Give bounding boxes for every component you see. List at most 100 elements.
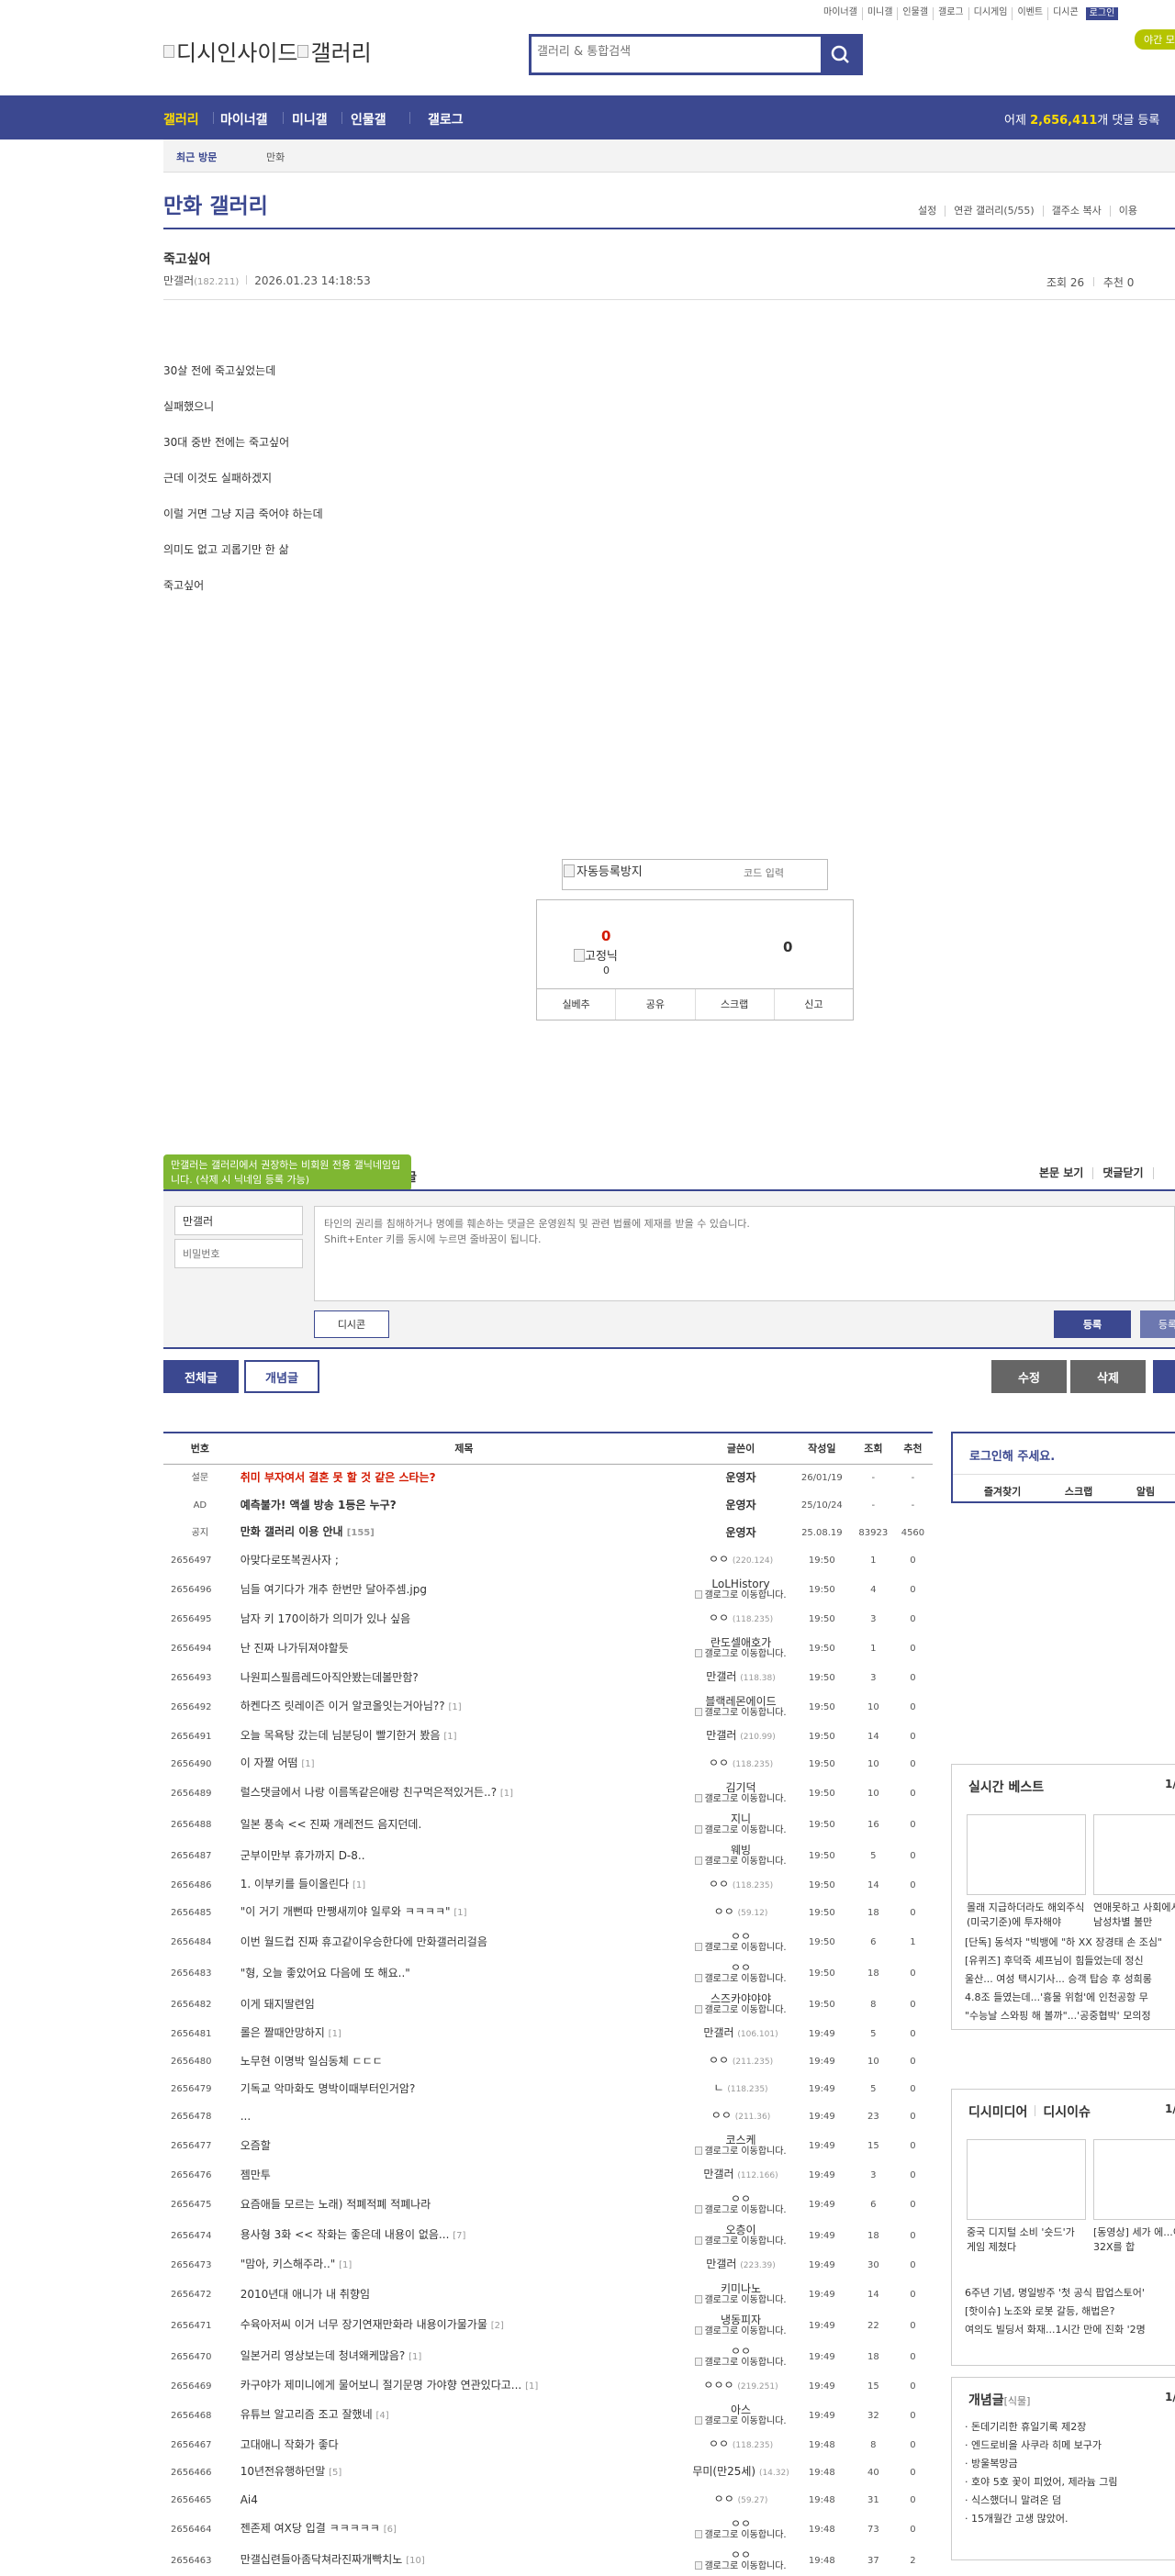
nav-gallog[interactable]: 갤로그 xyxy=(428,110,464,128)
reply-count[interactable]: [1] xyxy=(453,1908,466,1918)
recent-visit-item[interactable]: 만화 xyxy=(266,150,285,164)
site-logo[interactable]: 디시인사이드 갤러리 xyxy=(163,35,372,67)
thumb-card[interactable]: 연애못하고 사회에서 해서 남성차별 불만 xyxy=(1093,1814,1175,1932)
silbe-recommend-button[interactable]: 실베추 xyxy=(537,989,615,1020)
post-subject[interactable]: 하켄다즈 릿레이즌 이거 알코올잇는거아님?? xyxy=(241,1700,445,1712)
table-row[interactable]: 2656475 요즘애들 모르는 노래) 적폐적폐 적폐나라 ㅇㅇ 갤로그로 이동합니… xyxy=(163,2189,933,2220)
gallog-image[interactable]: 갤로그로 이동합니다. xyxy=(691,1943,790,1953)
post-subject[interactable]: "맘아, 키스해주라.." xyxy=(241,2258,336,2270)
gallog-image[interactable]: 갤로그로 이동합니다. xyxy=(691,1794,790,1804)
top-link-gallog[interactable]: 갤로그 xyxy=(933,7,968,20)
table-row[interactable]: 2656487 군부이만부 휴가까지 D-8.. 웨빙 갤로그로 이동합니다. 19:5… xyxy=(163,1840,933,1871)
copy-gallery-url[interactable]: 갤주소 복사 xyxy=(1042,206,1110,217)
writer-name[interactable]: ㅇㅇ xyxy=(709,1756,729,1769)
writer-name[interactable]: ㅇㅇ xyxy=(709,1553,729,1566)
login-button[interactable]: 로그인 xyxy=(1085,7,1119,20)
reply-count[interactable]: [1] xyxy=(301,1759,314,1769)
table-row[interactable]: 2656489 럴스댓글에서 나랑 이름똑같은애랑 친구먹은적있거든..? [1]… xyxy=(163,1778,933,1809)
top-link-minor[interactable]: 마이너갤 xyxy=(819,7,862,20)
reply-count[interactable]: [4] xyxy=(375,2411,388,2421)
post-subject[interactable]: 용사형 3화 << 작화는 좋은데 내용이 없음... xyxy=(241,2228,450,2241)
table-row[interactable]: 2656471 수육아저씨 이거 너무 장기연재만화라 내용이가물가물 [2] 냉동… xyxy=(163,2310,933,2341)
comment-refresh[interactable] xyxy=(1152,1167,1172,1179)
post-subject[interactable]: 이번 월드컵 진짜 휴고같이우승한다에 만화갤러리걸음 xyxy=(241,1935,487,1948)
post-subject[interactable]: 노무현 이명박 일심동체 ㄷㄷㄷ xyxy=(241,2055,383,2068)
list-item[interactable]: · 엔드로비을 사쿠라 히메 보구가 xyxy=(965,2437,1175,2455)
post-subject[interactable]: 예측불가! 액셀 방송 1등은 누구? xyxy=(241,1499,397,1511)
writer-name[interactable]: 블랙레몬에이드 xyxy=(705,1695,776,1708)
table-row[interactable]: 2656482 이게 돼지딸련임 스즈카야야야 갤로그로 이동합니다. 19:50 8 0 xyxy=(163,1989,933,2020)
nickname-field[interactable] xyxy=(174,1206,303,1235)
post-subject[interactable]: 롤은 짤때안망하지 xyxy=(241,2026,325,2039)
list-item[interactable]: · 호야 5호 꽃이 피었어, 제라늄 그림 xyxy=(965,2473,1175,2492)
post-subject[interactable]: ... xyxy=(241,2110,251,2123)
list-item[interactable]: · 15개월간 고생 많았어. xyxy=(965,2510,1175,2528)
post-subject[interactable]: "형, 오늘 좋았어요 다음에 또 해요.." xyxy=(241,1967,410,1979)
post-subject[interactable]: 취미 부자여서 결혼 못 할 것 같은 스타는? xyxy=(241,1471,436,1484)
gallog-image[interactable]: 갤로그로 이동합니다. xyxy=(691,1825,790,1835)
nav-minor[interactable]: 마이너갤 xyxy=(220,110,268,128)
post-subject[interactable]: 남자 키 170이하가 의미가 있나 싶음 xyxy=(241,1612,411,1625)
reply-count[interactable]: [1] xyxy=(352,1880,365,1890)
writer-name[interactable]: 무미(만25세) xyxy=(692,2465,755,2478)
reply-count[interactable]: [1] xyxy=(443,1732,456,1742)
post-subject[interactable]: 젠존제 여X당 입결 ㅋㅋㅋㅋㅋ xyxy=(241,2522,380,2535)
writer-name[interactable]: 김기덕 xyxy=(725,1781,755,1794)
gallog-image[interactable]: 갤로그로 이동합니다. xyxy=(691,2147,790,2157)
nav-gallery[interactable]: 갤러리 xyxy=(163,110,199,128)
list-item[interactable]: "수능날 스와핑 해 볼까"...'공중협박' 모의정 xyxy=(965,2007,1175,2025)
table-row[interactable]: 2656488 일본 풍속 << 진짜 개레전드 음지던데. 지니 갤로그로 이동합니… xyxy=(163,1809,933,1840)
post-subject[interactable]: 이게 돼지딸련임 xyxy=(241,1998,315,2011)
dccon-button[interactable]: 디시콘 xyxy=(314,1310,389,1338)
post-subject[interactable]: 오늘 목욕탕 갔는데 님분딩이 빨기한거 봤음 xyxy=(241,1729,441,1742)
writer-name[interactable]: 웨빙 xyxy=(731,1844,751,1857)
comment-textarea[interactable] xyxy=(314,1206,1175,1301)
list-item[interactable]: 6주년 기념, 명일방주 '첫 공식 팝업스토어' xyxy=(965,2284,1175,2303)
table-row[interactable]: 2656486 1. 이부키를 들이올린다 [1] ㅇㅇ (118.235) 19:5… xyxy=(163,1871,933,1899)
thumb-card[interactable]: [동영상] 세가 에...이브의 32X를 합 xyxy=(1093,2139,1175,2257)
post-subject[interactable]: 나원피스필름레드아직안봤는데볼만함? xyxy=(241,1671,419,1684)
gallog-image[interactable]: 갤로그로 이동합니다. xyxy=(691,2561,790,2571)
table-row[interactable]: 2656484 이번 월드컵 진짜 휴고같이우승한다에 만화갤러리걸음 ㅇㅇ 갤로그로… xyxy=(163,1926,933,1957)
writer-name[interactable]: 스즈카야야야 xyxy=(711,1992,771,2005)
writer-name[interactable]: ㅇㅇ xyxy=(709,2437,729,2450)
table-row[interactable]: 2656481 롤은 짤때안망하지 [1] 만갤러 (106.101) 19:49 5 0 xyxy=(163,2020,933,2047)
table-row[interactable]: 2656465 Ai4 ㅇㅇ (59.27) 19:48 31 0 xyxy=(163,2486,933,2514)
top-link-game[interactable]: 디시게임 xyxy=(968,7,1013,20)
reply-count[interactable]: [1] xyxy=(329,2029,341,2039)
thumb-card[interactable]: 중국 디지털 소비 '숏드'가 게임 제쳤다 xyxy=(967,2139,1086,2257)
writer-name[interactable]: ㅇㅇ xyxy=(709,1878,729,1890)
table-row[interactable]: AD 예측불가! 액셀 방송 1등은 누구? 운영자 25/10/24 - - xyxy=(163,1491,933,1519)
gallog-image[interactable]: 갤로그로 이동합니다. xyxy=(691,2295,790,2305)
top-link-dccon[interactable]: 디시콘 xyxy=(1047,7,1083,20)
gallog-image[interactable]: 갤로그로 이동합니다. xyxy=(691,1649,790,1659)
writer-name[interactable]: ㅇㅇ xyxy=(731,2517,751,2530)
list-item[interactable]: [핫이슈] 노조와 로봇 갈등, 해법은? xyxy=(965,2303,1175,2321)
top-link-event[interactable]: 이벤트 xyxy=(1012,7,1047,20)
table-row[interactable]: 2656470 일본거리 영상보는데 청녀왜케많음? [1] ㅇㅇ 갤로그로 이동합니… xyxy=(163,2341,933,2372)
table-row[interactable]: 2656478... ㅇㅇ (211.36) 19:49 23 0 xyxy=(163,2102,933,2130)
gallog-image[interactable]: 갤로그로 이동합니다. xyxy=(691,2416,790,2426)
list-item[interactable]: 여의도 빌딩서 화재...1시간 만에 진화 '2명 xyxy=(965,2321,1175,2339)
writer-name[interactable]: 운영자 xyxy=(725,1499,755,1511)
writer-name[interactable]: 냉동피자 xyxy=(721,2314,761,2326)
reply-count[interactable]: [2] xyxy=(491,2321,504,2331)
writer-name[interactable]: 만갤러 xyxy=(706,1729,736,1742)
table-row[interactable]: 2656483 "형, 오늘 좋았어요 다음에 또 해요.." ㅇㅇ 갤로그로 이동합… xyxy=(163,1957,933,1989)
writer-name[interactable]: ㄴ xyxy=(713,2081,723,2094)
table-row[interactable]: 2656467 고대애니 작화가 좋다 ㅇㅇ (118.235) 19:48 8 0 xyxy=(163,2431,933,2459)
list-item[interactable]: · 방울복망금 xyxy=(965,2455,1175,2473)
writer-name[interactable]: 만갤러 xyxy=(703,2026,733,2039)
scrap-button[interactable]: 스크랩 xyxy=(694,989,774,1020)
delete-button[interactable]: 삭제 xyxy=(1070,1360,1146,1393)
report-button[interactable]: 신고 xyxy=(773,989,853,1020)
table-row[interactable]: 2656479 기독교 악마화도 명박이때부터인거암? ㄴ (118.235) 19:… xyxy=(163,2075,933,2102)
all-posts-button[interactable]: 전체글 xyxy=(163,1360,239,1393)
gallog-image[interactable]: 갤로그로 이동합니다. xyxy=(691,1857,790,1867)
writer-name[interactable]: ㅇㅇㅇ xyxy=(703,2379,733,2392)
downvote-count[interactable]: 0 xyxy=(783,939,792,955)
top-link-mini[interactable]: 미니갤 xyxy=(861,7,898,20)
post-writer[interactable]: 만갤러 xyxy=(163,274,194,287)
captcha-input[interactable] xyxy=(702,867,825,879)
post-subject[interactable]: 오즘할 xyxy=(241,2139,271,2152)
